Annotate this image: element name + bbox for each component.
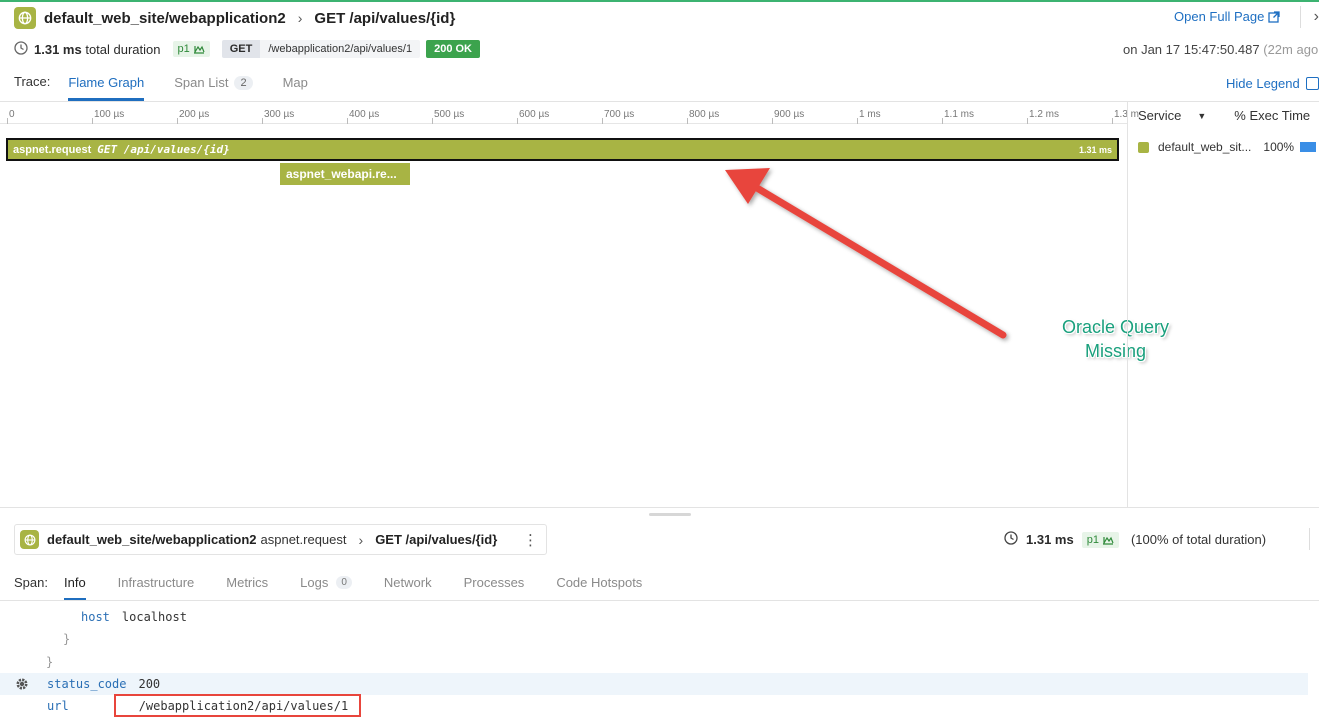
globe-icon <box>20 530 39 549</box>
attribute-key: url <box>47 699 69 713</box>
logs-count-badge: 0 <box>336 576 352 589</box>
clock-icon <box>1004 531 1018 548</box>
legend-service-name: default_web_sit... <box>1158 140 1252 154</box>
span-tabs: Span: Info Infrastructure Metrics Logs 0 … <box>14 571 674 601</box>
tab-network[interactable]: Network <box>384 571 432 598</box>
tab-code-hotspots[interactable]: Code Hotspots <box>556 571 642 598</box>
service-swatch <box>1138 141 1149 153</box>
tab-logs[interactable]: Logs 0 <box>300 571 352 598</box>
attribute-key: host <box>81 610 110 624</box>
distribution-icon <box>1102 536 1114 545</box>
legend-exec-header[interactable]: % Exec Time <box>1234 108 1310 123</box>
attribute-row-host[interactable]: host localhost <box>81 606 187 628</box>
span-resource-name: GET /api/values/{id} <box>375 532 498 547</box>
pct-of-total: (100% of total duration) <box>1130 532 1267 547</box>
span-label: Span: <box>14 575 48 590</box>
legend-exec-pct: 100% <box>1263 140 1295 154</box>
legend-exec-bar <box>1300 142 1317 152</box>
tab-processes[interactable]: Processes <box>464 571 525 598</box>
resize-handle[interactable] <box>649 513 691 516</box>
attribute-value: 200 <box>138 677 161 691</box>
chevron-right-icon: › <box>358 531 364 548</box>
gear-icon[interactable] <box>15 677 29 691</box>
span-operation-name: aspnet.request <box>260 532 347 547</box>
span-meta: 1.31 ms p1 (100% of total duration) <box>1004 531 1266 548</box>
closing-brace: } <box>63 632 71 646</box>
span-duration-value: 1.31 ms <box>1026 532 1074 547</box>
span-breadcrumb: default_web_site/webapplication2 aspnet.… <box>14 524 547 555</box>
caret-down-icon[interactable]: ▼ <box>1197 111 1206 121</box>
annotation-highlight-box <box>114 694 361 717</box>
more-options-icon[interactable]: ⋮ <box>523 531 538 549</box>
panel-toggle-icon[interactable] <box>1309 528 1319 550</box>
legend-row[interactable]: default_web_sit... 100% <box>1138 140 1317 154</box>
span-service-path[interactable]: default_web_site/webapplication2 <box>47 532 257 547</box>
attribute-highlight-row <box>0 673 1308 695</box>
attribute-key: status_code <box>47 677 127 691</box>
tab-metrics[interactable]: Metrics <box>226 571 268 598</box>
priority-badge[interactable]: p1 <box>1081 531 1119 548</box>
legend-header: Service ▼ % Exec Time <box>1138 108 1319 123</box>
closing-brace: } <box>46 655 54 669</box>
attribute-row-status-code[interactable]: status_code 200 <box>47 673 160 695</box>
tab-infrastructure[interactable]: Infrastructure <box>118 571 195 598</box>
legend-service-header[interactable]: Service <box>1138 108 1181 123</box>
panel-divider <box>0 507 1319 508</box>
tab-info[interactable]: Info <box>63 571 86 601</box>
service-legend: Service ▼ % Exec Time default_web_sit...… <box>1127 102 1319 507</box>
attribute-value: localhost <box>121 610 187 624</box>
